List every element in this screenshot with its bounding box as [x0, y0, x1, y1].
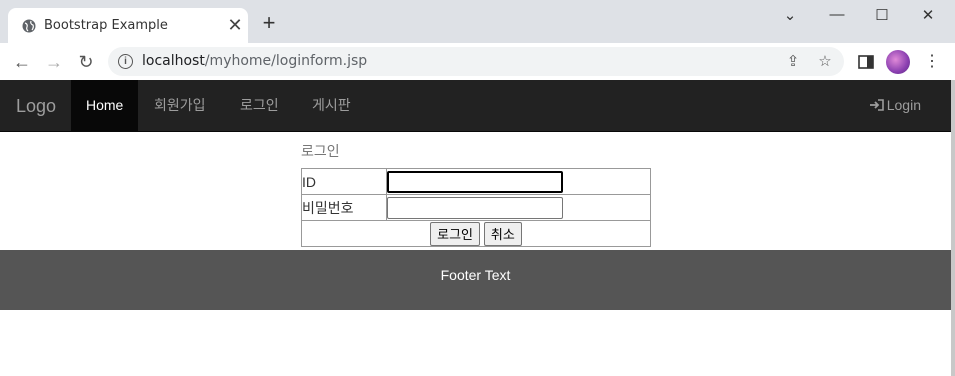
close-window-icon[interactable]: ✕	[913, 6, 943, 26]
table-row: 로그인 취소	[301, 220, 651, 247]
url-text[interactable]: localhost/myhome/loginform.jsp	[142, 53, 367, 69]
table-row: ID	[301, 168, 651, 195]
login-form-table: ID 비밀번호 로그인 취소	[301, 168, 651, 247]
address-bar[interactable]: i localhost/myhome/loginform.jsp ⇪ ☆	[108, 47, 844, 76]
log-in-icon	[869, 99, 884, 111]
close-tab-icon[interactable]: ✕	[226, 16, 244, 34]
site-navbar: Logo Home 회원가입 로그인 게시판 Login	[0, 80, 951, 132]
share-icon[interactable]: ⇪	[784, 53, 802, 71]
page-title: 로그인	[301, 143, 340, 159]
tab-search-dropdown-icon[interactable]: ⌄	[775, 6, 805, 26]
browser-tab-bar: Bootstrap Example ✕ + ⌄ — ☐ ✕	[0, 0, 955, 43]
navbar-login-link[interactable]: Login	[869, 80, 921, 131]
profile-avatar[interactable]	[886, 50, 910, 74]
back-icon[interactable]: ←	[10, 51, 34, 73]
window-edge	[951, 80, 955, 376]
globe-icon	[22, 19, 36, 33]
minimize-icon[interactable]: —	[822, 6, 852, 26]
login-submit-button[interactable]: 로그인	[430, 221, 481, 246]
browser-tab[interactable]: Bootstrap Example ✕	[8, 8, 248, 43]
id-input[interactable]	[387, 170, 563, 193]
nav-item-home[interactable]: Home	[71, 80, 139, 131]
tab-title: Bootstrap Example	[44, 18, 168, 33]
maximize-icon[interactable]: ☐	[867, 6, 897, 26]
browser-toolbar: ← → ↻ i localhost/myhome/loginform.jsp ⇪…	[0, 43, 955, 81]
navbar-login-label: Login	[886, 97, 921, 113]
new-tab-icon[interactable]: +	[259, 12, 279, 34]
page-footer: Footer Text	[0, 250, 951, 310]
footer-text: Footer Text	[440, 267, 511, 283]
info-icon[interactable]: i	[118, 54, 133, 69]
nav-item-board[interactable]: 게시판	[297, 80, 366, 131]
table-row: 비밀번호	[301, 194, 651, 221]
nav-item-login[interactable]: 로그인	[225, 80, 294, 131]
password-label: 비밀번호	[301, 194, 387, 221]
nav-item-signup[interactable]: 회원가입	[139, 80, 221, 131]
reload-icon[interactable]: ↻	[74, 51, 98, 73]
brand-logo[interactable]: Logo	[16, 96, 56, 117]
side-panel-icon[interactable]	[857, 53, 875, 71]
password-input[interactable]	[387, 196, 563, 219]
id-label: ID	[301, 168, 387, 195]
browser-menu-icon[interactable]: ⋮	[924, 52, 940, 72]
cancel-button[interactable]: 취소	[483, 221, 522, 246]
forward-icon[interactable]: →	[42, 51, 66, 73]
bookmark-star-icon[interactable]: ☆	[816, 53, 834, 71]
